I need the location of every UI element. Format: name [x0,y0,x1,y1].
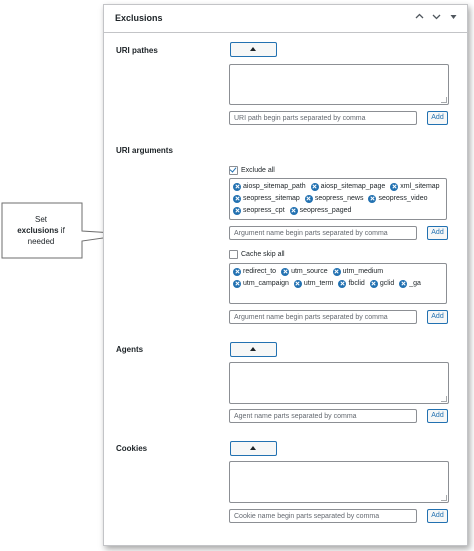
agents-input[interactable]: Agent name parts separated by comma [229,409,417,423]
remove-tag-icon[interactable] [289,206,298,215]
exclude-all-label: Exclude all [241,167,275,174]
tag-label: fbclid [348,280,365,287]
remove-tag-icon[interactable] [233,182,241,191]
remove-tag-icon[interactable] [338,279,347,288]
remove-tag-icon[interactable] [233,206,241,215]
tag-item: utm_source [281,267,328,276]
agents-toggle-button[interactable] [230,342,277,357]
remove-tag-icon[interactable] [233,267,241,276]
tag-item: seopress_paged [289,206,352,215]
panel-header-controls [414,11,459,22]
cache-skip-all-label: Cache skip all [241,251,285,258]
cookies-toggle-button[interactable] [230,441,277,456]
remove-tag-icon[interactable] [233,194,241,203]
uri-arguments-label: URI arguments [116,146,173,155]
skip-arguments-input[interactable]: Argument name begin parts separated by c… [229,310,417,324]
exclude-arguments-add-button[interactable]: Add [427,226,448,240]
tag-item: seopress_news [304,194,364,203]
tag-label: aiosp_sitemap_path [243,183,306,190]
remove-tag-icon[interactable] [399,279,408,288]
tag-label: utm_medium [342,268,384,275]
triangle-up-icon [250,446,256,450]
exclude-all-checkbox-row[interactable]: Exclude all [229,166,275,175]
tag-item: seopress_video [368,194,427,203]
tag-item: utm_medium [332,267,384,276]
tag-item: seopress_cpt [233,206,285,215]
remove-tag-icon[interactable] [293,279,302,288]
skip-tags-box[interactable]: redirect_to utm_source utm_medium utm_campa… [229,263,447,304]
tag-label: utm_source [291,268,328,275]
tag-label: gclid [379,280,395,287]
tag-item: redirect_to [233,267,276,276]
tag-item: fbclid [338,279,365,288]
triangle-up-icon [250,347,256,351]
callout-line-2-rest: if [58,226,65,235]
remove-tag-icon[interactable] [369,279,378,288]
exclude-arguments-input[interactable]: Argument name begin parts separated by c… [229,226,417,240]
agents-label: Agents [116,345,144,354]
tag-label: seopress_sitemap [243,195,300,202]
triangle-up-icon [250,47,256,51]
cookies-input[interactable]: Cookie name begin parts separated by com… [229,509,417,523]
callout-bold-word: exclusions [17,226,59,235]
tag-label: utm_term [303,280,334,287]
remove-tag-icon[interactable] [233,279,241,288]
tag-label: xml_sitemap [400,183,440,190]
tag-label: seopress_paged [299,207,352,214]
cache-skip-all-checkbox[interactable] [229,250,238,259]
tag-item: utm_term [293,279,334,288]
callout-line-1: Set [34,215,47,224]
cookies-textarea[interactable] [229,461,449,503]
tag-item: xml_sitemap [390,182,440,191]
callout-text: Set exclusions if needed [4,214,78,247]
callout-line-3: needed [27,237,55,246]
uri-pathes-input[interactable]: URI path begin parts separated by comma [229,111,417,125]
cache-skip-all-checkbox-row[interactable]: Cache skip all [229,250,285,259]
tag-label: redirect_to [243,268,277,275]
remove-tag-icon[interactable] [281,267,290,276]
tag-label: seopress_news [314,195,364,202]
chevron-down-icon[interactable] [431,11,442,22]
remove-tag-icon[interactable] [368,194,377,203]
exclusions-panel: Exclusions URI pathes URI path begin par… [103,4,468,546]
uri-pathes-toggle-button[interactable] [230,42,277,57]
cookies-label: Cookies [116,444,148,453]
agents-add-button[interactable]: Add [427,409,448,423]
cookies-add-button[interactable]: Add [427,509,448,523]
tag-item: aiosp_sitemap_page [310,182,386,191]
chevron-up-icon[interactable] [414,11,425,22]
tag-label: utm_campaign [243,280,289,287]
remove-tag-icon[interactable] [332,267,341,276]
panel-title: Exclusions [115,13,163,23]
tag-item: utm_campaign [233,279,289,288]
tag-label: seopress_video [378,195,428,202]
remove-tag-icon[interactable] [390,182,399,191]
tag-item: seopress_sitemap [233,194,300,203]
exclude-all-checkbox[interactable] [229,166,238,175]
tag-item: aiosp_sitemap_path [233,182,306,191]
exclude-tags-box[interactable]: aiosp_sitemap_path aiosp_sitemap_page xml_… [229,178,447,220]
tag-item: _ga [399,279,421,288]
uri-pathes-label: URI pathes [116,46,158,55]
tag-label: seopress_cpt [243,207,285,214]
tag-item: gclid [369,279,395,288]
agents-textarea[interactable] [229,362,449,404]
remove-tag-icon[interactable] [310,182,319,191]
uri-pathes-add-button[interactable]: Add [427,111,448,125]
triangle-down-icon[interactable] [448,11,459,22]
remove-tag-icon[interactable] [304,194,313,203]
skip-arguments-add-button[interactable]: Add [427,310,448,324]
panel-header: Exclusions [104,5,467,33]
uri-pathes-textarea[interactable] [229,64,449,105]
tag-label: _ga [409,280,421,287]
tag-label: aiosp_sitemap_page [320,183,386,190]
